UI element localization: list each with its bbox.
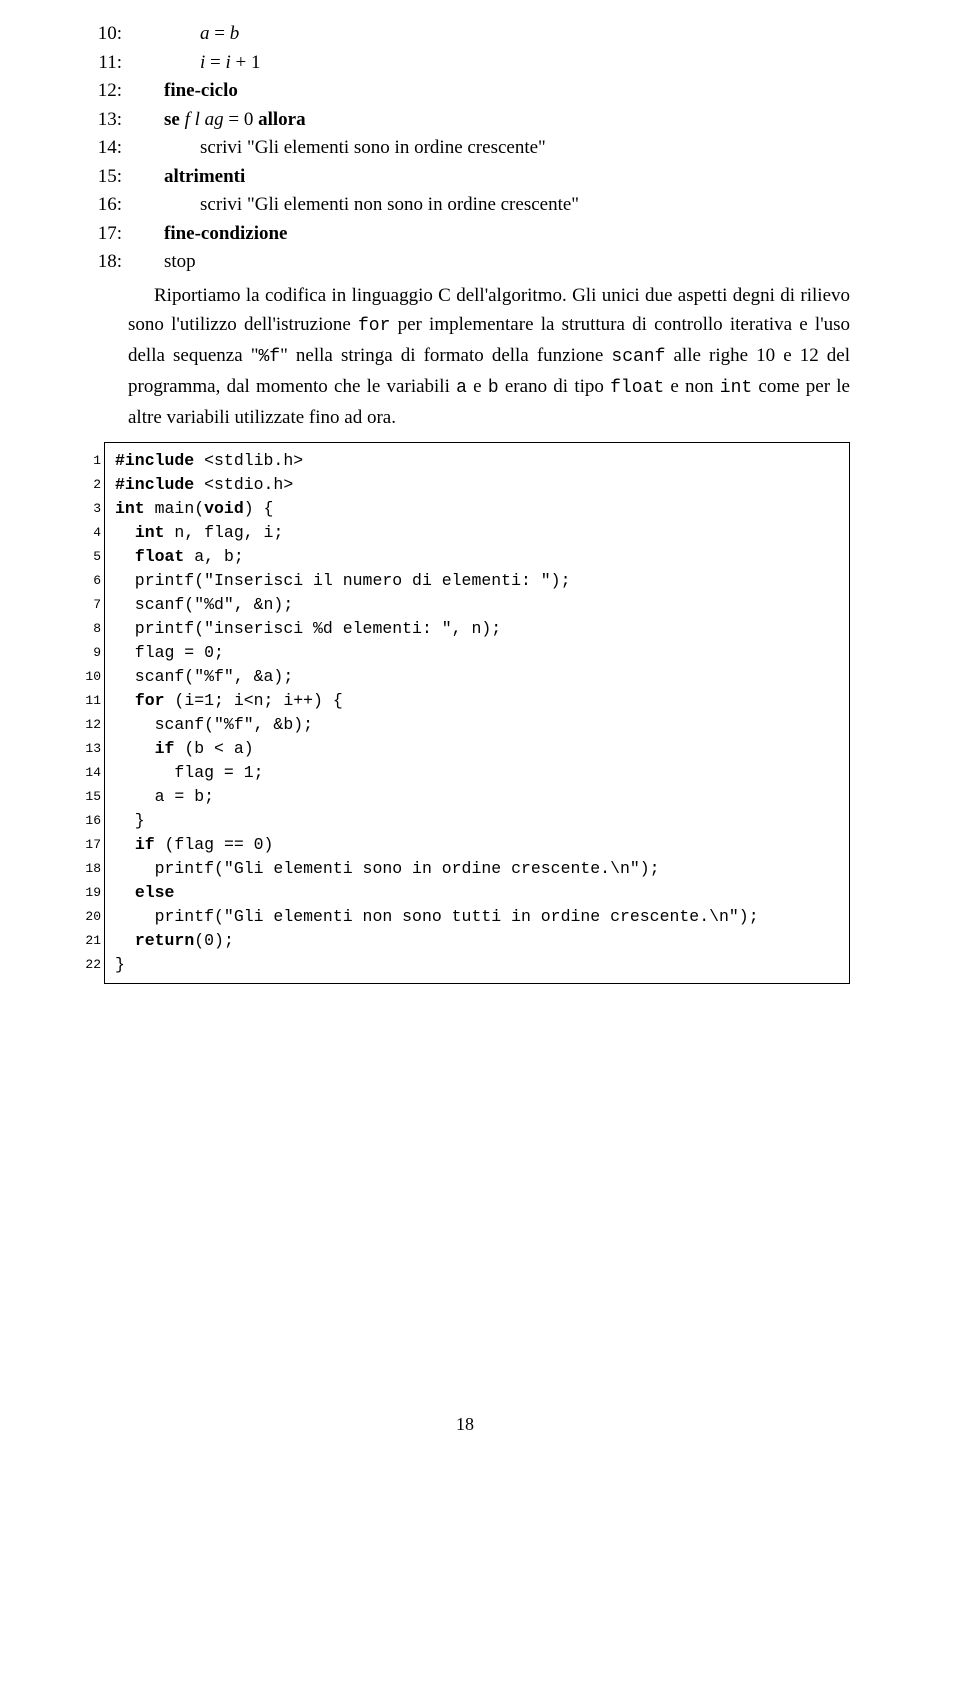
- code-line-number: 16: [79, 809, 101, 833]
- code-line: for (i=1; i<n; i++) {: [115, 689, 839, 713]
- line-body: fine-condizione: [128, 220, 850, 249]
- code-line: scanf("%d", &n);: [115, 593, 839, 617]
- code-line: printf("inserisci %d elementi: ", n);: [115, 617, 839, 641]
- code-line: #include <stdlib.h>: [115, 449, 839, 473]
- code-line: flag = 1;: [115, 761, 839, 785]
- code-line-number: 4: [79, 521, 101, 545]
- line-number: 13:: [80, 106, 122, 135]
- line-body: a = b: [128, 20, 850, 49]
- code-line: #include <stdio.h>: [115, 473, 839, 497]
- code-line-number: 21: [79, 929, 101, 953]
- inline-code: scanf: [611, 347, 665, 367]
- line-number: 11:: [80, 49, 122, 78]
- code-line-number: 17: [79, 833, 101, 857]
- para-text: e: [467, 376, 488, 397]
- line-body: se f l ag = 0 allora: [128, 106, 850, 135]
- code-line-number: 13: [79, 737, 101, 761]
- code-line: printf("Gli elementi sono in ordine cres…: [115, 857, 839, 881]
- code-line-number: 14: [79, 761, 101, 785]
- line-number: 18:: [80, 248, 122, 277]
- paragraph: Riportiamo la codifica in linguaggio C d…: [128, 281, 850, 433]
- code-line: int n, flag, i;: [115, 521, 839, 545]
- line-body: fine-ciclo: [128, 77, 850, 106]
- code-line-number: 22: [79, 953, 101, 977]
- code-line-number: 19: [79, 881, 101, 905]
- line-number: 10:: [80, 20, 122, 49]
- pseudocode-line: 12:fine-ciclo: [80, 77, 850, 106]
- line-body: altrimenti: [128, 163, 850, 192]
- code-line: if (b < a): [115, 737, 839, 761]
- inline-code: int: [720, 378, 752, 398]
- pseudocode-block: 10:a = b11:i = i + 112:fine-ciclo13:se f…: [80, 20, 850, 277]
- code-line: scanf("%f", &a);: [115, 665, 839, 689]
- line-number: 14:: [80, 134, 122, 163]
- line-numbers: 12345678910111213141516171819202122: [79, 443, 105, 983]
- pseudocode-line: 10:a = b: [80, 20, 850, 49]
- para-text: erano di tipo: [499, 376, 610, 397]
- code-line-number: 10: [79, 665, 101, 689]
- code-line-number: 1: [79, 449, 101, 473]
- para-text: " nella stringa di formato della funzion…: [280, 345, 611, 366]
- line-number: 17:: [80, 220, 122, 249]
- pseudocode-line: 16:scrivi "Gli elementi non sono in ordi…: [80, 191, 850, 220]
- code-line: else: [115, 881, 839, 905]
- line-number: 16:: [80, 191, 122, 220]
- pseudocode-line: 14:scrivi "Gli elementi sono in ordine c…: [80, 134, 850, 163]
- code-line: }: [115, 809, 839, 833]
- code-line: a = b;: [115, 785, 839, 809]
- inline-code: %f: [258, 347, 280, 367]
- page-content: 10:a = b11:i = i + 112:fine-ciclo13:se f…: [0, 0, 960, 1475]
- inline-code: a: [456, 378, 467, 398]
- inline-code: float: [610, 378, 664, 398]
- inline-code: for: [358, 316, 390, 336]
- pseudocode-line: 17:fine-condizione: [80, 220, 850, 249]
- line-body: i = i + 1: [128, 49, 850, 78]
- code-line: }: [115, 953, 839, 977]
- code-line-number: 5: [79, 545, 101, 569]
- code-listing: 12345678910111213141516171819202122 #inc…: [104, 442, 850, 984]
- code-line: scanf("%f", &b);: [115, 713, 839, 737]
- line-body: scrivi "Gli elementi sono in ordine cres…: [128, 134, 850, 163]
- page-number: 18: [80, 1414, 850, 1435]
- code-line: flag = 0;: [115, 641, 839, 665]
- pseudocode-line: 15:altrimenti: [80, 163, 850, 192]
- code-line: printf("Gli elementi non sono tutti in o…: [115, 905, 839, 929]
- code-line-number: 12: [79, 713, 101, 737]
- line-body: stop: [128, 248, 850, 277]
- inline-code: b: [488, 378, 499, 398]
- line-number: 15:: [80, 163, 122, 192]
- code-line-number: 6: [79, 569, 101, 593]
- line-number: 12:: [80, 77, 122, 106]
- pseudocode-line: 13:se f l ag = 0 allora: [80, 106, 850, 135]
- code-line: float a, b;: [115, 545, 839, 569]
- code-line-number: 9: [79, 641, 101, 665]
- pseudocode-line: 11:i = i + 1: [80, 49, 850, 78]
- pseudocode-line: 18:stop: [80, 248, 850, 277]
- code-line: return(0);: [115, 929, 839, 953]
- code-content: #include <stdlib.h>#include <stdio.h>int…: [105, 443, 849, 983]
- para-text: e non: [664, 376, 720, 397]
- code-line: if (flag == 0): [115, 833, 839, 857]
- code-line: int main(void) {: [115, 497, 839, 521]
- code-line-number: 3: [79, 497, 101, 521]
- code-line-number: 11: [79, 689, 101, 713]
- code-line: printf("Inserisci il numero di elementi:…: [115, 569, 839, 593]
- code-line-number: 7: [79, 593, 101, 617]
- code-line-number: 15: [79, 785, 101, 809]
- code-line-number: 2: [79, 473, 101, 497]
- line-body: scrivi "Gli elementi non sono in ordine …: [128, 191, 850, 220]
- code-line-number: 8: [79, 617, 101, 641]
- code-line-number: 20: [79, 905, 101, 929]
- code-line-number: 18: [79, 857, 101, 881]
